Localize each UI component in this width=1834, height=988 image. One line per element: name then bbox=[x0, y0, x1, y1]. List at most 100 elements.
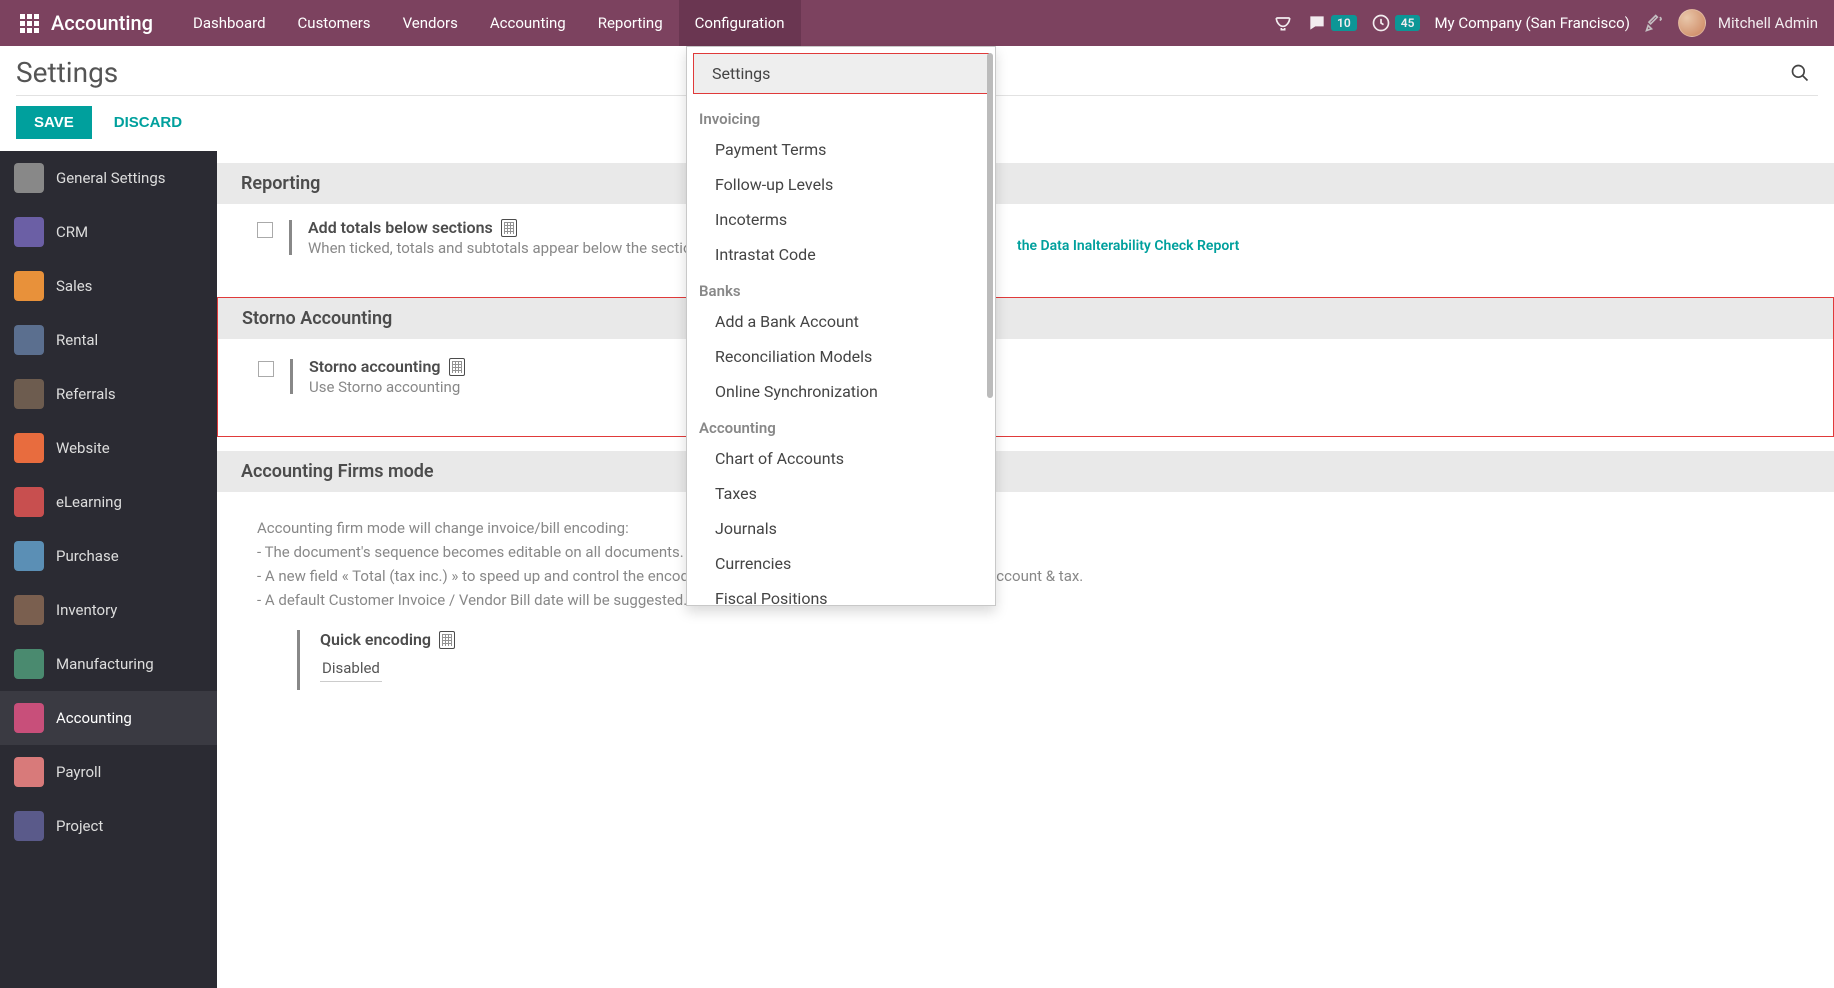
storno-label: Storno accounting bbox=[309, 357, 441, 376]
dd-settings[interactable]: Settings bbox=[693, 53, 989, 94]
sidebar-item-label: Manufacturing bbox=[56, 655, 154, 673]
dd-group-invoicing: Invoicing bbox=[687, 100, 995, 132]
debug-icon[interactable] bbox=[1644, 13, 1664, 33]
storno-checkbox[interactable] bbox=[258, 361, 274, 377]
firms-line2: - The document's sequence becomes editab… bbox=[257, 540, 1794, 564]
sidebar-item-label: Payroll bbox=[56, 763, 101, 781]
nav-right: 10 45 My Company (San Francisco) Mitchel… bbox=[1273, 9, 1818, 37]
settings-content: Reporting Add totals below sections When… bbox=[217, 151, 1834, 988]
dd-add-bank[interactable]: Add a Bank Account bbox=[687, 304, 995, 339]
rental-icon bbox=[14, 325, 44, 355]
dd-currencies[interactable]: Currencies bbox=[687, 546, 995, 581]
dd-fiscal-positions[interactable]: Fiscal Positions bbox=[687, 581, 995, 606]
sidebar-item-inventory[interactable]: Inventory bbox=[0, 583, 217, 637]
brand[interactable]: Accounting bbox=[51, 11, 153, 35]
discard-button[interactable]: DISCARD bbox=[104, 106, 192, 139]
user-menu[interactable]: Mitchell Admin bbox=[1678, 9, 1818, 37]
sidebar-item-project[interactable]: Project bbox=[0, 799, 217, 853]
navbar: Accounting Dashboard Customers Vendors A… bbox=[0, 0, 1834, 46]
nav-dashboard[interactable]: Dashboard bbox=[177, 0, 282, 46]
add-totals-checkbox[interactable] bbox=[257, 222, 273, 238]
discuss-badge: 10 bbox=[1331, 15, 1357, 31]
elearning-icon bbox=[14, 487, 44, 517]
accounting-icon bbox=[14, 703, 44, 733]
sales-icon bbox=[14, 271, 44, 301]
firms-line1: Accounting firm mode will change invoice… bbox=[257, 516, 1794, 540]
section-reporting: Reporting bbox=[217, 163, 1834, 204]
sidebar-item-accounting[interactable]: Accounting bbox=[0, 691, 217, 745]
dd-group-accounting: Accounting bbox=[687, 409, 995, 441]
phone-icon[interactable] bbox=[1273, 13, 1293, 33]
discuss-icon[interactable]: 10 bbox=[1307, 13, 1357, 33]
sidebar-item-label: Referrals bbox=[56, 385, 116, 403]
inalterability-report-link[interactable]: the Data Inalterability Check Report bbox=[1017, 238, 1239, 254]
sidebar-item-general-settings[interactable]: General Settings bbox=[0, 151, 217, 205]
inventory-icon bbox=[14, 595, 44, 625]
dd-chart-accounts[interactable]: Chart of Accounts bbox=[687, 441, 995, 476]
page-title: Settings bbox=[16, 56, 118, 89]
dd-followup-levels[interactable]: Follow-up Levels bbox=[687, 167, 995, 202]
purchase-icon bbox=[14, 541, 44, 571]
quick-encoding-value[interactable]: Disabled bbox=[320, 659, 382, 682]
sidebar-item-website[interactable]: Website bbox=[0, 421, 217, 475]
section-storno: Storno Accounting bbox=[218, 298, 1833, 339]
sidebar-item-label: Purchase bbox=[56, 547, 119, 565]
company-dependent-icon bbox=[439, 631, 455, 649]
project-icon bbox=[14, 811, 44, 841]
sidebar-item-label: CRM bbox=[56, 223, 88, 241]
dd-group-banks: Banks bbox=[687, 272, 995, 304]
crm-icon bbox=[14, 217, 44, 247]
sidebar-item-label: Inventory bbox=[56, 601, 117, 619]
sidebar-item-label: Website bbox=[56, 439, 110, 457]
dropdown-scrollbar[interactable] bbox=[987, 53, 993, 398]
dd-incoterms[interactable]: Incoterms bbox=[687, 202, 995, 237]
save-button[interactable]: SAVE bbox=[16, 106, 92, 139]
sidebar-item-label: Project bbox=[56, 817, 103, 835]
activities-badge: 45 bbox=[1395, 15, 1421, 31]
activities-icon[interactable]: 45 bbox=[1371, 13, 1421, 33]
company-switcher[interactable]: My Company (San Francisco) bbox=[1434, 14, 1629, 32]
avatar bbox=[1678, 9, 1706, 37]
nav-customers[interactable]: Customers bbox=[282, 0, 387, 46]
referrals-icon bbox=[14, 379, 44, 409]
nav-accounting[interactable]: Accounting bbox=[474, 0, 582, 46]
add-totals-label: Add totals below sections bbox=[308, 218, 493, 237]
company-dependent-icon bbox=[501, 219, 517, 237]
apps-icon[interactable] bbox=[20, 14, 39, 33]
section-firms-mode: Accounting Firms mode bbox=[217, 451, 1834, 492]
sidebar-item-referrals[interactable]: Referrals bbox=[0, 367, 217, 421]
firms-line4: - A default Customer Invoice / Vendor Bi… bbox=[257, 588, 1794, 612]
settings-sidebar: General Settings CRM Sales Rental Referrals W… bbox=[0, 151, 217, 988]
sidebar-item-label: Sales bbox=[56, 277, 92, 295]
dd-payment-terms[interactable]: Payment Terms bbox=[687, 132, 995, 167]
dd-journals[interactable]: Journals bbox=[687, 511, 995, 546]
user-name: Mitchell Admin bbox=[1718, 14, 1818, 32]
dd-taxes[interactable]: Taxes bbox=[687, 476, 995, 511]
sidebar-item-label: Rental bbox=[56, 331, 98, 349]
storno-desc: Use Storno accounting bbox=[309, 378, 1793, 396]
sidebar-item-elearning[interactable]: eLearning bbox=[0, 475, 217, 529]
sidebar-item-manufacturing[interactable]: Manufacturing bbox=[0, 637, 217, 691]
firms-description: Accounting firm mode will change invoice… bbox=[257, 506, 1794, 630]
sidebar-item-purchase[interactable]: Purchase bbox=[0, 529, 217, 583]
sidebar-item-crm[interactable]: CRM bbox=[0, 205, 217, 259]
configuration-dropdown: Settings Invoicing Payment Terms Follow-… bbox=[686, 46, 996, 606]
nav-reporting[interactable]: Reporting bbox=[582, 0, 679, 46]
nav-vendors[interactable]: Vendors bbox=[387, 0, 474, 46]
dd-intrastat-code[interactable]: Intrastat Code bbox=[687, 237, 995, 272]
company-dependent-icon bbox=[449, 358, 465, 376]
dd-online-sync[interactable]: Online Synchronization bbox=[687, 374, 995, 409]
sidebar-item-payroll[interactable]: Payroll bbox=[0, 745, 217, 799]
nav-configuration[interactable]: Configuration bbox=[679, 0, 801, 46]
website-icon bbox=[14, 433, 44, 463]
search-icon[interactable] bbox=[1790, 63, 1810, 83]
sidebar-item-sales[interactable]: Sales bbox=[0, 259, 217, 313]
gear-icon bbox=[14, 163, 44, 193]
manufacturing-icon bbox=[14, 649, 44, 679]
sidebar-item-label: eLearning bbox=[56, 493, 122, 511]
dd-reconciliation-models[interactable]: Reconciliation Models bbox=[687, 339, 995, 374]
sidebar-item-label: General Settings bbox=[56, 169, 166, 187]
quick-encoding-label: Quick encoding bbox=[320, 630, 431, 649]
nav-menu: Dashboard Customers Vendors Accounting R… bbox=[177, 0, 801, 46]
sidebar-item-rental[interactable]: Rental bbox=[0, 313, 217, 367]
